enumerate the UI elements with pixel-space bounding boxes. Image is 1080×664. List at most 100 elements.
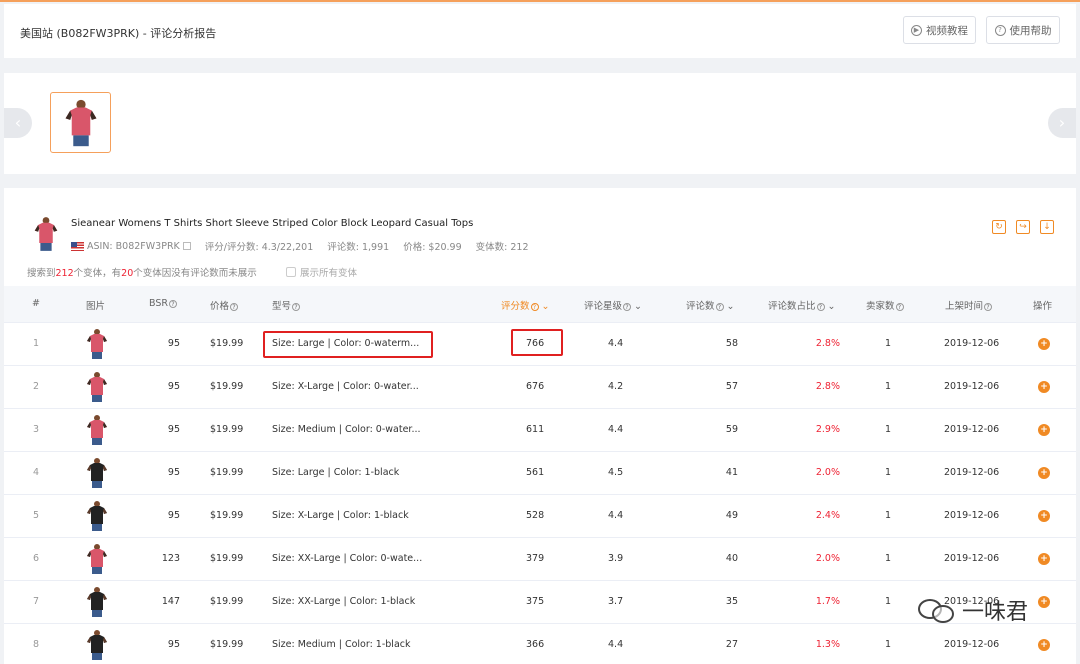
cell-sellers: 1 xyxy=(885,596,892,607)
cell-idx: 3 xyxy=(33,424,40,435)
table-row: 8 95 $19.99 Size: Medium | Color: 1-black 36… xyxy=(4,623,1076,664)
watermark-text: 一味君 xyxy=(962,600,1029,625)
product-image xyxy=(34,217,58,251)
cell-price: $19.99 xyxy=(210,338,244,349)
help-button[interactable]: ? 使用帮助 xyxy=(986,16,1060,44)
cell-bsr: 147 xyxy=(161,596,180,607)
cell-date: 2019-12-06 xyxy=(944,381,1000,392)
sort-down-icon: ⌄ xyxy=(538,301,550,312)
video-tutorial-label: 视频教程 xyxy=(926,24,968,37)
play-icon: ▶ xyxy=(911,24,922,36)
variant-gallery: ‹ › xyxy=(4,73,1076,174)
watermark: 一味君 xyxy=(918,594,1028,626)
cell-price: $19.99 xyxy=(210,510,244,521)
expand-action-icon[interactable]: + xyxy=(1038,424,1050,436)
col-reviews-sort[interactable]: 评论数? ⌄ xyxy=(686,298,735,312)
download-icon[interactable]: ↓ xyxy=(1040,220,1054,234)
cell-ratio: 2.9% xyxy=(815,424,840,435)
col-ratio-label: 评论数占比 xyxy=(768,301,816,312)
cell-sellers: 1 xyxy=(885,424,892,435)
col-sellers[interactable]: 卖家数? xyxy=(866,298,904,312)
table-body: 1 95 $19.99 Size: Large | Color: 0-waterm..… xyxy=(4,322,1076,664)
question-icon: ? xyxy=(168,299,177,308)
cell-ratings: 375 xyxy=(526,596,545,607)
table-row: 7 147 $19.99 Size: XX-Large | Color: 1-blac… xyxy=(4,580,1076,623)
col-ratings-sort[interactable]: 评分数? ⌄ xyxy=(501,298,550,312)
expand-action-icon[interactable]: + xyxy=(1038,553,1050,565)
chevron-left-icon[interactable]: ‹ xyxy=(4,108,32,138)
show-all-label: 展示所有变体 xyxy=(300,268,358,279)
cell-idx: 4 xyxy=(33,467,40,478)
cell-model: Size: Medium | Color: 0-water... xyxy=(272,424,421,435)
cell-date: 2019-12-06 xyxy=(944,639,1000,650)
refresh-icon[interactable]: ↻ xyxy=(992,220,1006,234)
us-flag-icon xyxy=(71,241,84,251)
cell-idx: 7 xyxy=(33,596,40,607)
table-row: 2 95 $19.99 Size: X-Large | Color: 0-water.… xyxy=(4,365,1076,408)
cell-bsr: 95 xyxy=(167,467,180,478)
question-icon: ? xyxy=(292,302,301,311)
cell-reviews: 59 xyxy=(725,424,738,435)
expand-action-icon[interactable]: + xyxy=(1038,381,1050,393)
cell-stars: 4.4 xyxy=(608,338,624,349)
col-bsr-label: BSR xyxy=(149,298,168,309)
share-icon[interactable]: ↪ xyxy=(1016,220,1030,234)
col-listed[interactable]: 上架时间? xyxy=(945,298,993,312)
cell-ratio: 2.0% xyxy=(815,467,840,478)
cell-reviews: 57 xyxy=(725,381,738,392)
expand-action-icon[interactable]: + xyxy=(1038,596,1050,608)
cell-stars: 4.4 xyxy=(608,639,624,650)
sort-icon: ⌄ xyxy=(631,301,642,312)
cell-reviews: 58 xyxy=(725,338,738,349)
cell-price: $19.99 xyxy=(210,553,244,564)
model-highlight-box xyxy=(263,331,433,358)
asin-link[interactable]: ASIN: B082FW3PRK xyxy=(71,241,191,252)
variant-count: 变体数: 212 xyxy=(475,242,529,253)
cell-price: $19.99 xyxy=(210,596,244,607)
expand-action-icon[interactable]: + xyxy=(1038,338,1050,350)
sort-icon: ⌄ xyxy=(824,301,836,312)
show-all-checkbox[interactable] xyxy=(286,267,296,277)
col-bsr[interactable]: BSR? xyxy=(149,298,177,309)
cell-price: $19.99 xyxy=(210,467,244,478)
show-all-variants-toggle[interactable]: 展示所有变体 xyxy=(286,265,357,279)
cell-date: 2019-12-06 xyxy=(944,510,1000,521)
cell-stars: 4.2 xyxy=(608,381,624,392)
black-shirt-image xyxy=(87,587,107,617)
chevron-right-icon[interactable]: › xyxy=(1048,108,1076,138)
cell-model: Size: XX-Large | Color: 0-wate... xyxy=(272,553,423,564)
col-model[interactable]: 型号? xyxy=(272,298,301,312)
gallery-thumbnail[interactable] xyxy=(50,92,111,153)
col-sellers-label: 卖家数 xyxy=(866,301,895,312)
external-link-icon xyxy=(182,242,191,250)
question-icon: ? xyxy=(994,24,1006,36)
asin-text: ASIN: B082FW3PRK xyxy=(87,240,180,252)
product-title: Sieanear Womens T Shirts Short Sleeve St… xyxy=(71,218,474,229)
top-accent-line xyxy=(0,0,1080,2)
cell-model: Size: XX-Large | Color: 1-black xyxy=(272,596,416,607)
cell-model: Size: X-Large | Color: 0-water... xyxy=(272,381,419,392)
expand-action-icon[interactable]: + xyxy=(1038,639,1050,651)
cell-ratio: 2.8% xyxy=(815,338,840,349)
cell-model: Size: X-Large | Color: 1-black xyxy=(272,510,409,521)
col-price[interactable]: 价格? xyxy=(210,298,239,312)
review-count: 评论数: 1,991 xyxy=(327,242,390,253)
question-icon: ? xyxy=(715,302,724,311)
col-model-label: 型号 xyxy=(272,301,292,312)
cell-stars: 4.4 xyxy=(608,510,624,521)
expand-action-icon[interactable]: + xyxy=(1038,510,1050,522)
cell-ratings: 676 xyxy=(526,381,545,392)
col-ratio-sort[interactable]: 评论数占比? ⌄ xyxy=(768,298,836,312)
cell-idx: 2 xyxy=(33,381,40,392)
pink-shirt-image xyxy=(65,99,96,146)
help-label: 使用帮助 xyxy=(1009,24,1052,37)
cell-reviews: 41 xyxy=(725,467,738,478)
cell-sellers: 1 xyxy=(885,510,892,521)
expand-action-icon[interactable]: + xyxy=(1038,467,1050,479)
cell-reviews: 27 xyxy=(725,639,738,650)
col-stars-sort[interactable]: 评论星级? ⌄ xyxy=(584,298,642,312)
cell-idx: 5 xyxy=(33,510,40,521)
col-price-label: 价格 xyxy=(210,301,230,312)
col-action: 操作 xyxy=(1033,301,1053,312)
video-tutorial-button[interactable]: ▶ 视频教程 xyxy=(903,16,976,44)
